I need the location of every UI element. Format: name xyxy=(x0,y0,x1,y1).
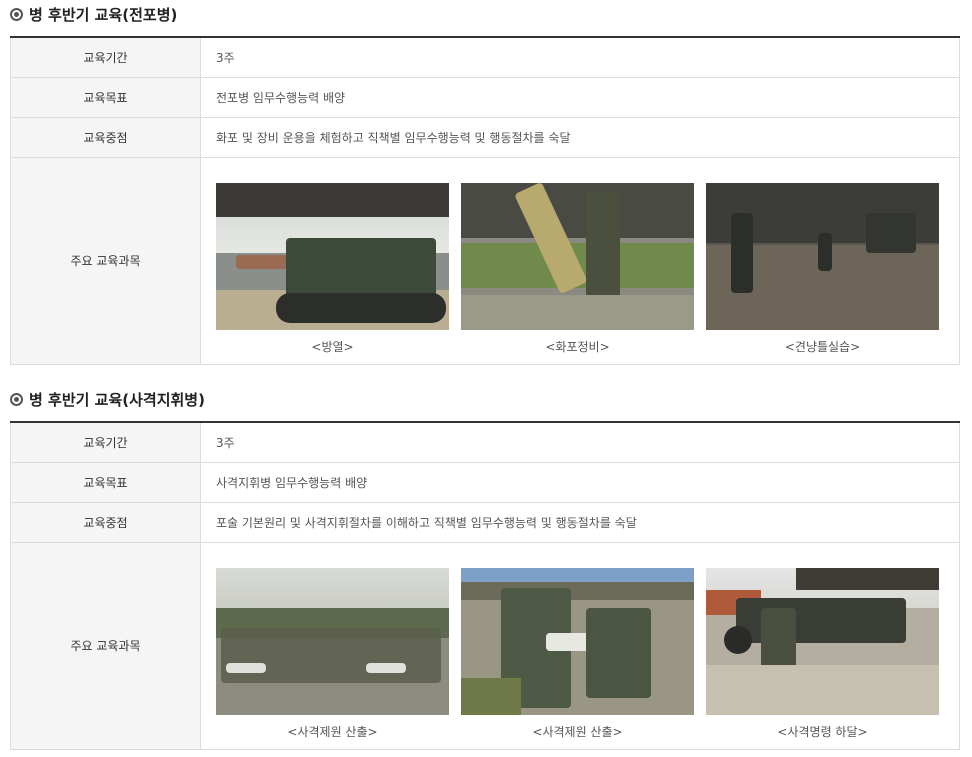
photo-firing-data-calculation-1 xyxy=(216,567,449,715)
table-row: 교육기간 3주 xyxy=(10,37,960,78)
info-table: 교육기간 3주 교육목표 사격지휘병 임무수행능력 배양 교육중점 포술 기본원… xyxy=(10,421,960,750)
row-label: 교육목표 xyxy=(10,77,201,118)
row-label: 교육기간 xyxy=(10,422,201,463)
table-row: 교육중점 화포 및 장비 운용을 체험하고 직책별 임무수행능력 및 행동절차를… xyxy=(10,117,960,158)
table-row: 주요 교육과목 <방열> <화포정비> <견냥틀실습> xyxy=(10,157,960,365)
photo-caption: <견냥틀실습> xyxy=(784,339,861,354)
row-label: 교육목표 xyxy=(10,462,201,503)
photo-item: <사격명령 하달> xyxy=(706,567,939,740)
photo-aiming-circle-practice xyxy=(706,182,939,330)
table-row: 교육목표 전포병 임무수행능력 배양 xyxy=(10,77,960,118)
photo-howitzer-emplacement xyxy=(216,182,449,330)
row-value: 전포병 임무수행능력 배양 xyxy=(200,77,960,118)
photo-item: <견냥틀실습> xyxy=(706,182,939,355)
section-fire-direction: 병 후반기 교육(사격지휘병) 교육기간 3주 교육목표 사격지휘병 임무수행능… xyxy=(10,388,960,750)
photo-caption: <방열> xyxy=(311,339,354,354)
row-value: 화포 및 장비 운용을 체험하고 직책별 임무수행능력 및 행동절차를 숙달 xyxy=(200,117,960,158)
photo-item: <방열> xyxy=(216,182,449,355)
photo-item: <화포정비> xyxy=(461,182,694,355)
photo-caption: <사격제원 산출> xyxy=(532,724,623,739)
row-label: 교육기간 xyxy=(10,37,201,78)
table-row: 교육목표 사격지휘병 임무수행능력 배양 xyxy=(10,462,960,503)
row-value: 3주 xyxy=(200,37,960,78)
section-title-text: 병 후반기 교육(전포병) xyxy=(29,5,178,24)
section-artillery-gunner: 병 후반기 교육(전포병) 교육기간 3주 교육목표 전포병 임무수행능력 배양… xyxy=(10,3,960,365)
photo-gun-maintenance xyxy=(461,182,694,330)
photos-cell: <사격제원 산출> <사격제원 산출> <사격명령 하달> xyxy=(200,542,960,750)
photo-item: <사격제원 산출> xyxy=(461,567,694,740)
table-row: 주요 교육과목 <사격제원 산출> <사격제원 산출> <사격명령 하달> xyxy=(10,542,960,750)
row-value: 사격지휘병 임무수행능력 배양 xyxy=(200,462,960,503)
photo-item: <사격제원 산출> xyxy=(216,567,449,740)
row-label: 주요 교육과목 xyxy=(10,157,201,365)
section-title-text: 병 후반기 교육(사격지휘병) xyxy=(29,390,205,409)
row-label: 주요 교육과목 xyxy=(10,542,201,750)
photo-caption: <사격명령 하달> xyxy=(777,724,868,739)
target-bullet-icon xyxy=(10,392,23,406)
row-value: 포술 기본원리 및 사격지휘절차를 이해하고 직책별 임무수행능력 및 행동절차… xyxy=(200,502,960,543)
section-title: 병 후반기 교육(전포병) xyxy=(10,3,960,25)
photo-fire-command-delivery xyxy=(706,567,939,715)
section-title: 병 후반기 교육(사격지휘병) xyxy=(10,388,960,410)
photo-caption: <사격제원 산출> xyxy=(287,724,378,739)
photo-firing-data-calculation-2 xyxy=(461,567,694,715)
row-value: 3주 xyxy=(200,422,960,463)
row-label: 교육중점 xyxy=(10,502,201,543)
target-bullet-icon xyxy=(10,7,23,21)
table-row: 교육기간 3주 xyxy=(10,422,960,463)
photos-cell: <방열> <화포정비> <견냥틀실습> xyxy=(200,157,960,365)
info-table: 교육기간 3주 교육목표 전포병 임무수행능력 배양 교육중점 화포 및 장비 … xyxy=(10,36,960,365)
table-row: 교육중점 포술 기본원리 및 사격지휘절차를 이해하고 직책별 임무수행능력 및… xyxy=(10,502,960,543)
row-label: 교육중점 xyxy=(10,117,201,158)
photo-caption: <화포정비> xyxy=(545,339,610,354)
